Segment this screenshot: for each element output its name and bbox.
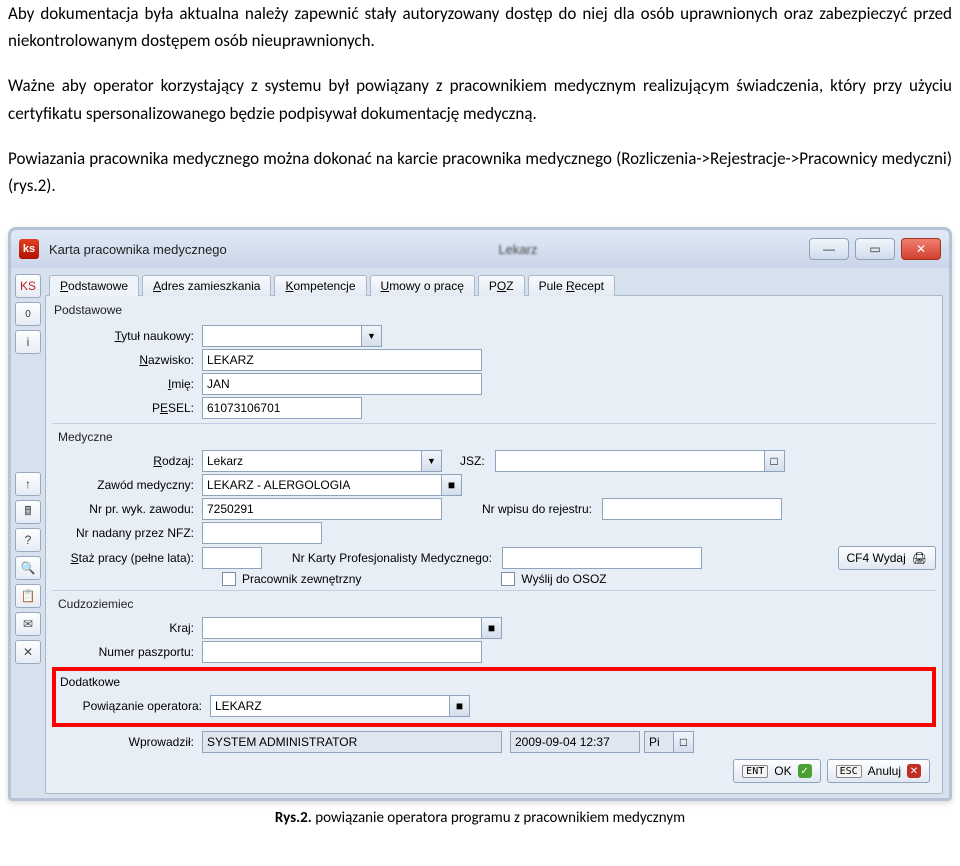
input-jsz[interactable] xyxy=(495,450,765,472)
input-powiazanie[interactable]: LEKARZ xyxy=(210,695,450,717)
input-nazwisko[interactable]: LEKARZ xyxy=(202,349,482,371)
dropdown-arrow-icon[interactable]: ▼ xyxy=(422,450,442,472)
sidebar-close-button[interactable]: ✕ xyxy=(15,640,41,664)
input-wprowadzil: SYSTEM ADMINISTRATOR xyxy=(202,731,502,753)
close-button[interactable]: ✕ xyxy=(901,238,941,260)
dialog-window: ks Karta pracownika medycznego Lekarz — … xyxy=(8,227,952,801)
x-icon: ✕ xyxy=(907,764,921,778)
document-text: Aby dokumentacja była aktualna należy za… xyxy=(0,0,960,227)
dropdown-arrow-icon[interactable]: ▼ xyxy=(362,325,382,347)
label-kraj: Kraj: xyxy=(52,621,202,635)
sidebar-help-button[interactable]: ? xyxy=(15,528,41,552)
sidebar-search-button[interactable]: 🔍 xyxy=(15,556,41,580)
input-pi: Pi xyxy=(644,731,674,753)
stop-icon[interactable]: ■ xyxy=(482,617,502,639)
label-nrpr: Nr pr. wyk. zawodu: xyxy=(52,502,202,516)
paragraph-1: Aby dokumentacja była aktualna należy za… xyxy=(8,0,952,54)
label-imie: Imię: xyxy=(52,377,202,391)
sidebar-toolbar: KS 0 i ↑ 🖩 ? 🔍 📋 ✉ ✕ xyxy=(11,268,45,798)
label-nrwpisu: Nr wpisu do rejestru: xyxy=(442,502,602,516)
print-icon: 🖨 xyxy=(912,551,927,565)
figure-caption: Rys.2. powiązanie operatora programu z p… xyxy=(0,809,960,827)
sidebar-logo-button[interactable]: KS xyxy=(15,274,41,298)
input-data: 2009-09-04 12:37 xyxy=(510,731,640,753)
input-pesel[interactable]: 61073106701 xyxy=(202,397,362,419)
label-nfz: Nr nadany przez NFZ: xyxy=(52,526,202,540)
label-wprowadzil: Wprowadził: xyxy=(52,735,202,749)
input-kraj[interactable] xyxy=(202,617,482,639)
label-staz: Staż pracy (pełne lata): xyxy=(52,551,202,565)
label-pesel: PESEL: xyxy=(52,401,202,415)
sidebar-clipboard-button[interactable]: 📋 xyxy=(15,584,41,608)
sidebar-info-button[interactable]: i xyxy=(15,330,41,354)
label-nazwisko: Nazwisko: xyxy=(52,353,202,367)
window-subtitle: Lekarz xyxy=(227,242,809,257)
input-rodzaj[interactable]: Lekarz xyxy=(202,450,422,472)
ok-button[interactable]: ENT OK ✓ xyxy=(733,759,820,783)
expand-icon[interactable]: □ xyxy=(765,450,785,472)
titlebar: ks Karta pracownika medycznego Lekarz — … xyxy=(11,230,949,268)
maximize-button[interactable]: ▭ xyxy=(855,238,895,260)
tab-kompetencje[interactable]: Kompetencje xyxy=(274,275,366,296)
expand-icon[interactable]: □ xyxy=(674,731,694,753)
tab-adres[interactable]: Adres zamieszkania xyxy=(142,275,271,296)
sidebar-up-button[interactable]: ↑ xyxy=(15,472,41,496)
group-dodatkowe: Dodatkowe xyxy=(60,675,928,693)
tab-podstawowe[interactable]: Podstawowe xyxy=(49,275,139,296)
panel: Podstawowe Tytuł naukowy: ▼ Nazwisko: LE… xyxy=(45,295,943,794)
group-cudzoziemiec: Cudzoziemiec xyxy=(52,590,936,615)
tab-umowy[interactable]: Umowy o pracę xyxy=(370,275,475,296)
tab-pule[interactable]: Pule Recept xyxy=(528,275,615,296)
label-jsz: JSZ: xyxy=(442,454,495,468)
label-zawod: Zawód medyczny: xyxy=(52,478,202,492)
stop-icon[interactable]: ■ xyxy=(450,695,470,717)
input-nrpr[interactable]: 7250291 xyxy=(202,498,442,520)
label-zewnetrzny: Pracownik zewnętrzny xyxy=(242,572,361,586)
wydaj-button[interactable]: CF4 Wydaj🖨 xyxy=(838,546,936,570)
input-karta[interactable] xyxy=(502,547,702,569)
input-staz[interactable] xyxy=(202,547,262,569)
sidebar-mail-button[interactable]: ✉ xyxy=(15,612,41,636)
label-tytul: Tytuł naukowy: xyxy=(52,329,202,343)
label-rodzaj: Rodzaj: xyxy=(52,454,202,468)
input-nrwpisu[interactable] xyxy=(602,498,782,520)
cancel-button[interactable]: ESC Anuluj ✕ xyxy=(827,759,930,783)
paragraph-3: Powiazania pracownika medycznego można d… xyxy=(8,145,952,199)
checkbox-zewnetrzny[interactable] xyxy=(222,572,236,586)
paragraph-2: Ważne aby operator korzystający z system… xyxy=(8,72,952,126)
label-karta: Nr Karty Profesjonalisty Medycznego: xyxy=(262,551,502,565)
tabstrip: Podstawowe Adres zamieszkania Kompetencj… xyxy=(45,272,943,296)
group-podstawowe: Podstawowe xyxy=(52,300,936,323)
input-paszport[interactable] xyxy=(202,641,482,663)
sidebar-calc-button[interactable]: 🖩 xyxy=(15,500,41,524)
label-powiazanie: Powiązanie operatora: xyxy=(60,699,210,713)
app-icon: ks xyxy=(19,239,39,259)
sidebar-zero-button[interactable]: 0 xyxy=(15,302,41,326)
stop-icon[interactable]: ■ xyxy=(442,474,462,496)
minimize-button[interactable]: — xyxy=(809,238,849,260)
label-osoz: Wyślij do OSOZ xyxy=(521,572,606,586)
label-paszport: Numer paszportu: xyxy=(52,645,202,659)
highlighted-section: Dodatkowe Powiązanie operatora: LEKARZ ■ xyxy=(52,667,936,727)
input-tytul[interactable] xyxy=(202,325,362,347)
input-imie[interactable]: JAN xyxy=(202,373,482,395)
checkbox-osoz[interactable] xyxy=(501,572,515,586)
tab-poz[interactable]: POZ xyxy=(478,275,525,296)
window-title: Karta pracownika medycznego xyxy=(49,242,227,257)
input-zawod[interactable]: LEKARZ - ALERGOLOGIA xyxy=(202,474,442,496)
group-medyczne: Medyczne xyxy=(52,423,936,448)
check-icon: ✓ xyxy=(798,764,812,778)
input-nfz[interactable] xyxy=(202,522,322,544)
